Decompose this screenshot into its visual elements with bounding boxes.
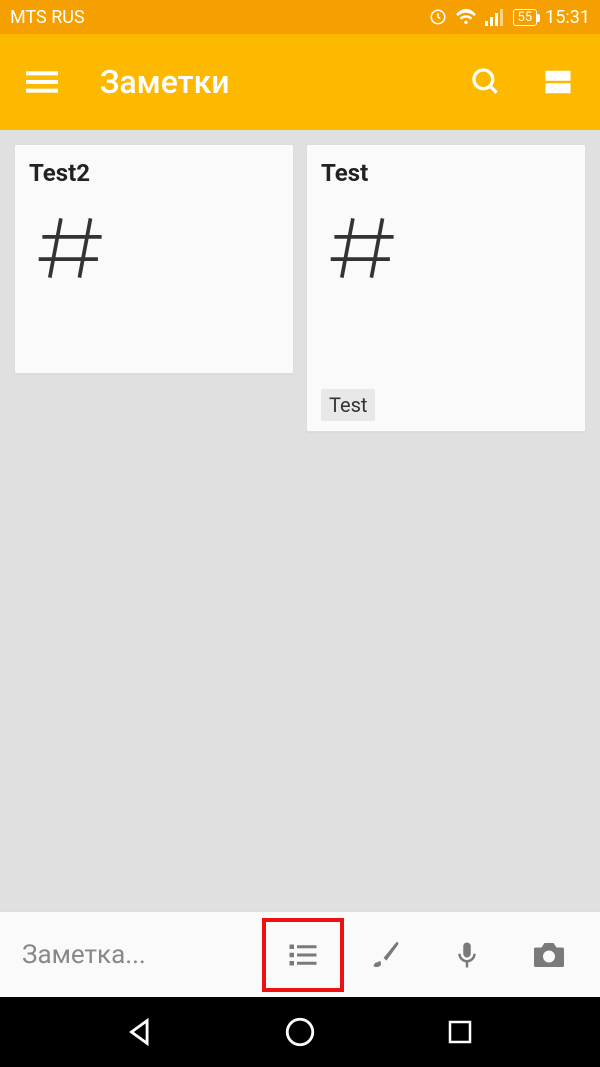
camera-icon	[531, 939, 567, 971]
note-card[interactable]: Test Test	[306, 144, 586, 432]
brush-icon	[368, 938, 402, 972]
clock-circle-icon	[429, 8, 447, 26]
mic-icon	[452, 937, 482, 973]
status-bar: MTS RUS 55 15:31	[0, 0, 600, 34]
search-button[interactable]	[462, 58, 510, 106]
view-toggle-button[interactable]	[534, 58, 582, 106]
new-note-input[interactable]: Заметка...	[22, 940, 262, 970]
square-recents-icon	[445, 1017, 475, 1047]
search-icon	[470, 66, 502, 98]
circle-home-icon	[283, 1015, 317, 1049]
status-icons: 55 15:31	[429, 7, 590, 28]
note-card[interactable]: Test2	[14, 144, 294, 374]
home-button[interactable]	[270, 1002, 330, 1062]
back-button[interactable]	[110, 1002, 170, 1062]
note-label: Test	[321, 389, 375, 421]
note-title: Test2	[29, 159, 279, 187]
page-title: Заметки	[100, 63, 462, 101]
list-icon	[285, 937, 321, 973]
new-audio-button[interactable]	[426, 918, 508, 992]
new-drawing-button[interactable]	[344, 918, 426, 992]
time-label: 15:31	[545, 7, 590, 28]
notes-grid: Test2 Test Test	[0, 130, 600, 911]
triangle-back-icon	[123, 1015, 157, 1049]
signal-icon	[485, 8, 505, 26]
hash-icon	[35, 211, 109, 285]
recents-button[interactable]	[430, 1002, 490, 1062]
menu-button[interactable]	[18, 58, 66, 106]
quick-note-bar: Заметка...	[0, 911, 600, 997]
carrier-label: MTS RUS	[10, 7, 85, 28]
hamburger-icon	[26, 66, 58, 98]
note-title: Test	[321, 159, 571, 187]
new-photo-button[interactable]	[508, 918, 590, 992]
hash-icon	[327, 211, 401, 285]
new-list-button[interactable]	[262, 918, 344, 992]
wifi-icon	[455, 8, 477, 26]
agenda-view-icon	[543, 67, 573, 97]
system-nav-bar	[0, 997, 600, 1067]
battery-icon: 55	[513, 9, 538, 26]
app-bar: Заметки	[0, 34, 600, 130]
